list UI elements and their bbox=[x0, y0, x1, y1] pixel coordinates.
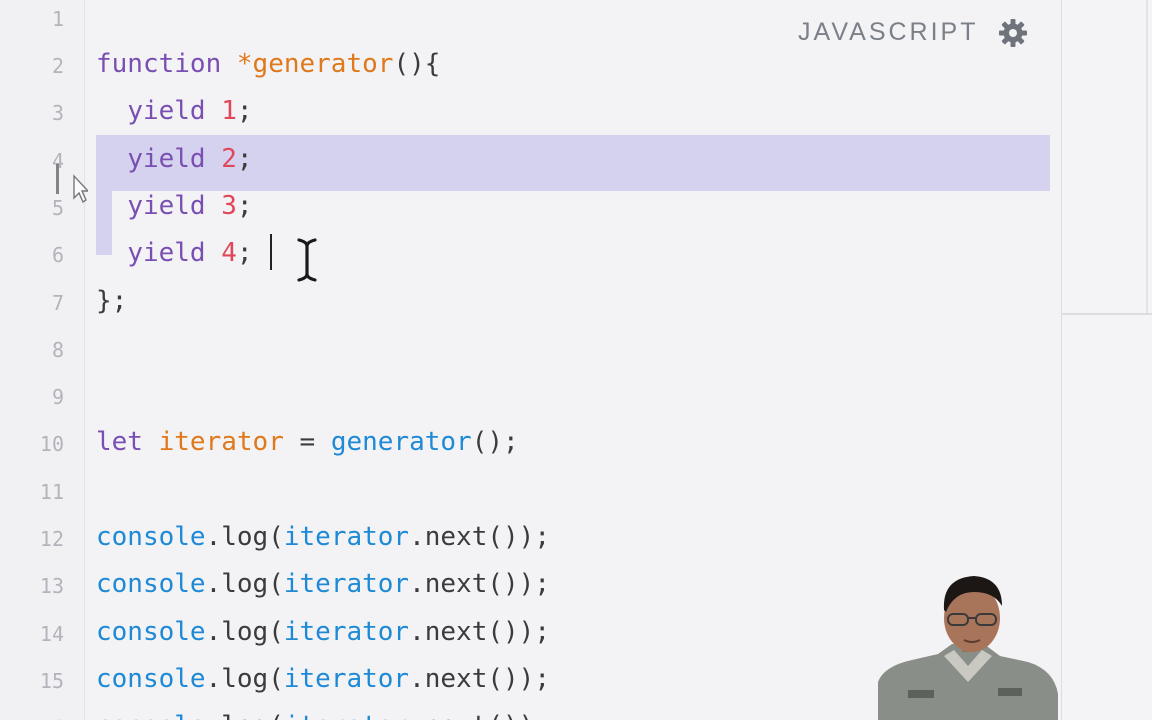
code-token: iterator bbox=[283, 616, 410, 647]
code-token: generator bbox=[330, 427, 472, 458]
line-number: 15 bbox=[39, 668, 64, 693]
line-number: 14 bbox=[39, 621, 64, 646]
gear-icon[interactable] bbox=[998, 18, 1028, 48]
code-line[interactable]: console.log(iterator.next()); bbox=[96, 662, 550, 696]
code-token: iterator bbox=[284, 711, 409, 720]
code-token: *generator bbox=[236, 49, 394, 79]
code-line[interactable]: function *generator(){ bbox=[96, 47, 440, 81]
code-token: .log( bbox=[205, 522, 284, 552]
code-token: iterator bbox=[283, 569, 410, 600]
code-token: = bbox=[283, 427, 331, 458]
line-number: 13 bbox=[39, 574, 64, 599]
code-line[interactable]: }; bbox=[96, 284, 127, 318]
code-token: ; bbox=[236, 143, 253, 174]
code-line[interactable]: console.log(iterator.next()); bbox=[96, 709, 550, 720]
language-label: JAVASCRIPT bbox=[798, 18, 979, 46]
ibeam-cursor-icon bbox=[297, 238, 317, 282]
code-line[interactable]: console.log(iterator.next()); bbox=[96, 567, 550, 601]
line-number: 2 bbox=[51, 54, 64, 78]
code-token: let bbox=[96, 427, 159, 458]
code-line[interactable]: yield 1; bbox=[96, 94, 253, 128]
code-token: console bbox=[96, 522, 206, 552]
code-token: console bbox=[96, 711, 206, 720]
code-token: yield bbox=[127, 143, 222, 174]
panel-resize-handle-vertical[interactable] bbox=[1146, 0, 1148, 314]
code-token: 3 bbox=[221, 190, 237, 221]
code-token: ; bbox=[236, 190, 253, 221]
code-token: }; bbox=[96, 285, 128, 316]
code-token: ; bbox=[236, 238, 253, 269]
code-token: yield bbox=[127, 96, 222, 127]
line-number: 1 bbox=[51, 6, 64, 31]
code-line[interactable]: console.log(iterator.next()); bbox=[96, 520, 550, 554]
code-line[interactable]: yield 2; bbox=[96, 142, 253, 176]
pointer-cursor-icon bbox=[56, 164, 88, 204]
code-line[interactable]: let iterator = generator(); bbox=[96, 425, 519, 459]
code-token: 2 bbox=[221, 143, 237, 174]
code-token: .next()); bbox=[409, 663, 550, 694]
code-token: iterator bbox=[283, 522, 410, 552]
panel-resize-handle-horizontal[interactable] bbox=[1062, 313, 1152, 315]
code-editor-window: function *generator(){ yield 1; yield 2;… bbox=[0, 0, 1152, 720]
code-token: (){ bbox=[393, 49, 441, 79]
code-line[interactable]: yield 3; bbox=[96, 189, 253, 223]
code-token: .next()); bbox=[409, 616, 550, 647]
line-number: 7 bbox=[51, 290, 64, 315]
code-token: .log( bbox=[205, 569, 284, 600]
line-number: 11 bbox=[39, 479, 64, 504]
code-token: iterator bbox=[283, 663, 410, 694]
line-number: 12 bbox=[39, 527, 64, 551]
right-side-panel bbox=[1061, 0, 1152, 720]
code-token: .log( bbox=[205, 663, 284, 694]
line-number: 3 bbox=[51, 101, 64, 126]
code-token: console bbox=[96, 663, 206, 694]
line-number: 10 bbox=[39, 432, 64, 457]
code-token: console bbox=[96, 616, 206, 647]
code-line[interactable]: console.log(iterator.next()); bbox=[96, 615, 550, 649]
text-caret bbox=[270, 234, 272, 270]
code-token: .next()); bbox=[409, 569, 550, 600]
code-token: ; bbox=[236, 96, 253, 127]
code-token: .log( bbox=[206, 711, 284, 720]
code-token: function bbox=[96, 49, 237, 79]
code-line[interactable]: yield 4; bbox=[96, 236, 253, 270]
code-token: yield bbox=[127, 190, 222, 221]
code-token: iterator bbox=[158, 427, 284, 458]
code-token: 1 bbox=[221, 96, 237, 127]
code-token: yield bbox=[127, 238, 222, 269]
presenter-webcam-overlay bbox=[878, 576, 1058, 720]
line-number: 6 bbox=[51, 243, 64, 268]
code-token: .next()); bbox=[409, 522, 550, 552]
code-token: .next()); bbox=[409, 711, 550, 720]
code-token: (); bbox=[471, 427, 519, 458]
line-number: 8 bbox=[51, 337, 64, 362]
line-number: 9 bbox=[51, 385, 64, 410]
code-token: 4 bbox=[221, 238, 237, 269]
code-token: console bbox=[96, 569, 206, 600]
code-token: .log( bbox=[205, 616, 284, 647]
